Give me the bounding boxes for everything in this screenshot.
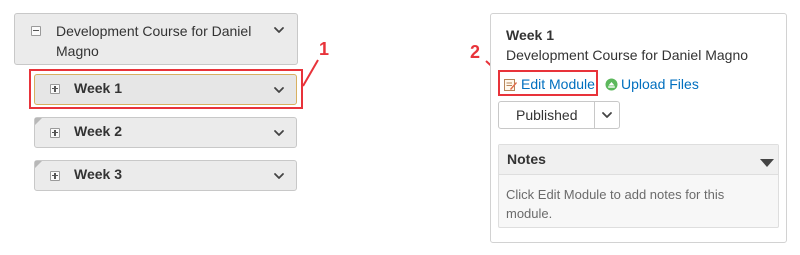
select-divider bbox=[594, 102, 595, 128]
caret-down-icon[interactable] bbox=[759, 155, 775, 167]
notes-title: Notes bbox=[507, 151, 546, 167]
notes-text: Click Edit Module to add notes for this … bbox=[506, 187, 725, 221]
upload-icon[interactable] bbox=[605, 78, 618, 91]
upload-files-link[interactable]: Upload Files bbox=[621, 76, 699, 92]
callout-number: 2 bbox=[470, 42, 481, 62]
status-value: Published bbox=[516, 107, 578, 123]
chevron-down-icon[interactable] bbox=[601, 109, 613, 121]
callout-number: 1 bbox=[319, 39, 330, 59]
highlight-box bbox=[498, 70, 598, 96]
panel-subtitle: Development Course for Daniel Magno bbox=[506, 47, 749, 63]
panel-title: Week 1 bbox=[506, 27, 554, 43]
